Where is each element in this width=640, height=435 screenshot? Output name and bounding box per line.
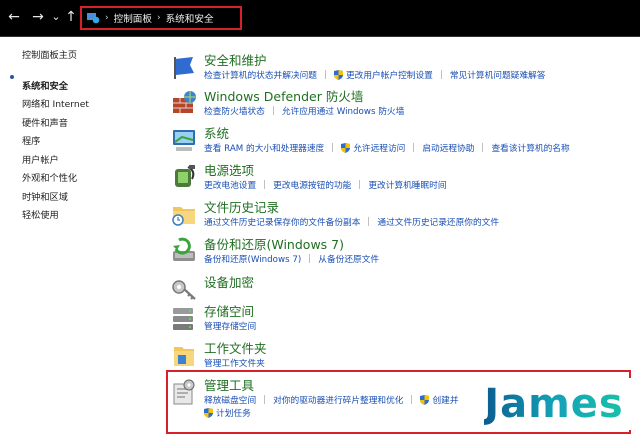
breadcrumb-separator-icon: › xyxy=(156,13,161,23)
flag-icon xyxy=(174,57,194,79)
recent-locations-icon[interactable]: ⌄ xyxy=(48,9,64,25)
link-battery[interactable]: 更改电池设置 xyxy=(204,178,256,191)
up-arrow-icon[interactable]: ↑ xyxy=(63,9,79,25)
sidebar-item-programs[interactable]: 程序 xyxy=(22,133,142,152)
category-title[interactable]: 备份和还原(Windows 7) xyxy=(204,234,344,253)
link-uac-settings[interactable]: 更改用户帐户控制设置 xyxy=(346,68,433,81)
category-security-maintenance: 安全和维护 检查计算机的状态并解决问题 更改用户帐户控制设置 常见计算机问题疑难… xyxy=(170,50,640,86)
category-storage-spaces: 存储空间 管理存储空间 xyxy=(170,301,640,337)
control-panel-icon xyxy=(87,13,100,24)
link-firewall-status[interactable]: 检查防火墙状态 xyxy=(204,104,265,117)
forward-arrow-icon[interactable]: → xyxy=(30,9,46,25)
address-bar[interactable]: › 控制面板 › 系统和安全 xyxy=(80,6,242,30)
uac-shield-icon xyxy=(333,69,343,80)
category-title[interactable]: 存储空间 xyxy=(204,301,254,320)
link-remote-assist[interactable]: 启动远程协助 xyxy=(422,141,474,154)
uac-shield-icon xyxy=(341,142,351,153)
sidebar-home-link[interactable]: 控制面板主页 xyxy=(22,47,142,66)
link-sleep[interactable]: 更改计算机睡眠时间 xyxy=(368,178,446,191)
sidebar: 控制面板主页 系统和安全 网络和 Internet 硬件和声音 程序 用户帐户 … xyxy=(10,47,142,226)
link-ram-cpu[interactable]: 查看 RAM 的大小和处理器速度 xyxy=(204,141,324,154)
sidebar-item-network[interactable]: 网络和 Internet xyxy=(22,96,142,115)
category-system: 系统 查看 RAM 的大小和处理器速度 允许远程访问 启动远程协助 查看该计算机… xyxy=(170,123,640,159)
breadcrumb-separator-icon: › xyxy=(105,13,109,23)
watermark-logo: James xyxy=(474,378,634,430)
category-title[interactable]: Windows Defender 防火墙 xyxy=(204,86,363,105)
link-remote-access[interactable]: 允许远程访问 xyxy=(353,141,405,154)
category-title[interactable]: 文件历史记录 xyxy=(204,197,279,216)
category-work-folders: 工作文件夹 管理工作文件夹 xyxy=(170,338,640,374)
watermark-text: James xyxy=(484,381,624,427)
link-allow-app[interactable]: 允许应用通过 Windows 防火墙 xyxy=(282,104,405,117)
link-backup-win7[interactable]: 备份和还原(Windows 7) xyxy=(204,252,301,265)
sidebar-item-security[interactable]: 系统和安全 xyxy=(22,78,142,97)
breadcrumb-root[interactable]: 控制面板 xyxy=(114,11,152,25)
link-check-status[interactable]: 检查计算机的状态并解决问题 xyxy=(204,68,317,81)
work-folder-icon xyxy=(174,347,194,366)
link-backup-copy[interactable]: 通过文件历史记录保存你的文件备份副本 xyxy=(204,215,360,228)
sidebar-item-ease[interactable]: 轻松使用 xyxy=(22,207,142,226)
title-bar: ← → ⌄ ↑ › 控制面板 › 系统和安全 xyxy=(0,0,640,37)
category-power: 电源选项 更改电池设置 更改电源按钮的功能 更改计算机睡眠时间 xyxy=(170,160,640,196)
back-arrow-icon[interactable]: ← xyxy=(6,9,22,25)
link-manage-work-folders[interactable]: 管理工作文件夹 xyxy=(204,356,265,369)
category-firewall: Windows Defender 防火墙 检查防火墙状态 允许应用通过 Wind… xyxy=(170,86,640,122)
category-title[interactable]: 工作文件夹 xyxy=(204,338,267,357)
link-computer-name[interactable]: 查看该计算机的名称 xyxy=(491,141,569,154)
storage-icon xyxy=(173,308,193,330)
active-indicator-icon xyxy=(10,75,14,79)
category-title[interactable]: 安全和维护 xyxy=(204,50,267,69)
firewall-icon xyxy=(173,91,196,113)
encryption-key-icon xyxy=(172,280,196,300)
link-troubleshoot[interactable]: 常见计算机问题疑难解答 xyxy=(450,68,546,81)
category-title[interactable]: 系统 xyxy=(204,123,229,142)
computer-icon xyxy=(173,130,195,151)
category-title[interactable]: 设备加密 xyxy=(204,272,254,291)
category-file-history: 文件历史记录 通过文件历史记录保存你的文件备份副本 通过文件历史记录还原你的文件 xyxy=(170,197,640,233)
power-icon xyxy=(175,165,195,187)
link-power-button[interactable]: 更改电源按钮的功能 xyxy=(273,178,351,191)
sidebar-item-hardware[interactable]: 硬件和声音 xyxy=(22,115,142,134)
folder-clock-icon xyxy=(172,207,195,226)
link-restore-files[interactable]: 通过文件历史记录还原你的文件 xyxy=(377,215,499,228)
category-backup-restore: 备份和还原(Windows 7) 备份和还原(Windows 7) 从备份还原文… xyxy=(170,234,640,270)
category-title[interactable]: 电源选项 xyxy=(204,160,254,179)
breadcrumb-current[interactable]: 系统和安全 xyxy=(166,11,214,25)
link-restore-from-backup[interactable]: 从备份还原文件 xyxy=(318,252,379,265)
sidebar-item-accounts[interactable]: 用户帐户 xyxy=(22,152,142,171)
backup-icon xyxy=(173,237,195,261)
sidebar-item-appearance[interactable]: 外观和个性化 xyxy=(22,170,142,189)
sidebar-item-clock[interactable]: 时钟和区域 xyxy=(22,189,142,208)
link-manage-storage[interactable]: 管理存储空间 xyxy=(204,319,256,332)
